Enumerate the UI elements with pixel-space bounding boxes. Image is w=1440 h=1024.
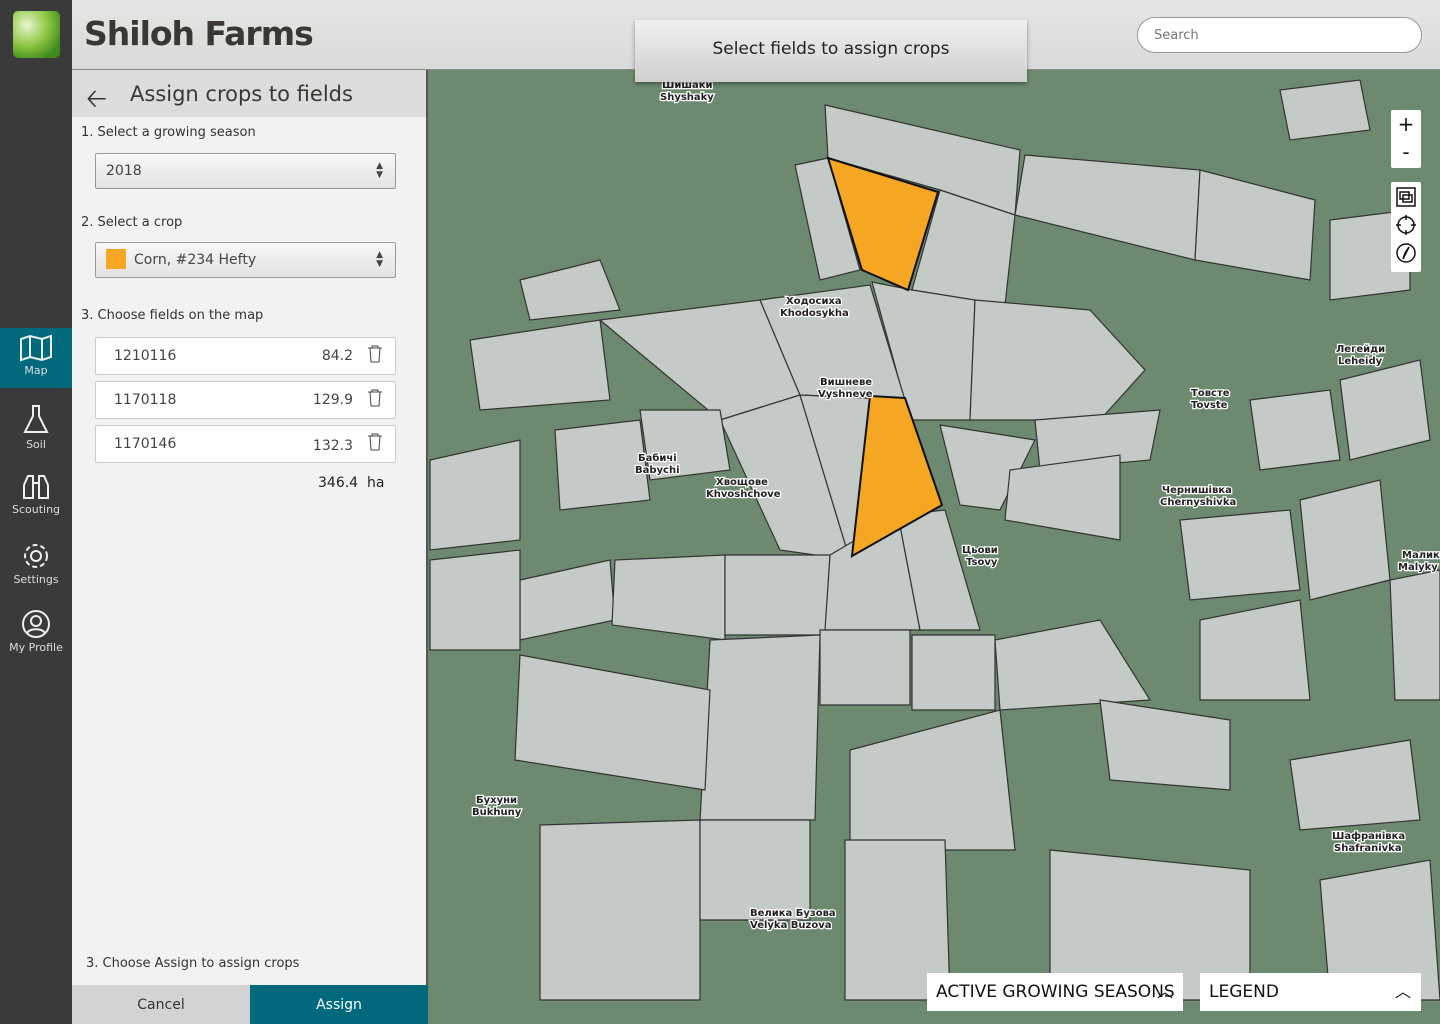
map-icon xyxy=(20,334,52,362)
app-logo[interactable] xyxy=(13,11,60,58)
place-label: Цьови xyxy=(962,545,998,556)
nav-scouting[interactable]: Scouting xyxy=(0,467,72,527)
legend-label: LEGEND xyxy=(1209,982,1279,1002)
place-label: Ходосиха xyxy=(786,296,842,307)
place-label: Велика Бузова xyxy=(750,908,836,919)
field-area: 129.9 xyxy=(312,392,353,408)
total-unit: ha xyxy=(367,475,385,491)
season-select[interactable]: 2018 ▲ ▼ xyxy=(95,153,396,189)
nav-my-profile[interactable]: My Profile xyxy=(0,603,72,663)
place-label: Vyshneve xyxy=(818,389,873,400)
place-label: Легейди xyxy=(1336,344,1385,355)
active-growing-seasons-button[interactable]: ACTIVE GROWING SEASONS ︿ xyxy=(927,973,1183,1011)
place-label: Хвощове xyxy=(716,477,768,488)
nav-map[interactable]: Map xyxy=(0,328,72,388)
assign-button[interactable]: Assign xyxy=(250,985,428,1024)
app-title: Shiloh Farms xyxy=(84,14,314,53)
field-id: 1170146 xyxy=(114,436,177,452)
place-label: Khodosykha xyxy=(780,308,849,319)
flask-icon xyxy=(23,405,49,433)
select-arrows-icon: ▲ ▼ xyxy=(376,161,383,180)
place-label: Chernyshivka xyxy=(1160,497,1236,508)
gear-icon xyxy=(24,544,48,568)
map-canvas[interactable]: Шишаки Shyshaky Ходосиха Khodosykha Вишнев… xyxy=(428,70,1440,1024)
place-label: Бабичі xyxy=(638,452,677,464)
place-label: Bukhuny xyxy=(472,807,522,818)
panel-title: Assign crops to fields xyxy=(130,82,353,106)
nav-settings[interactable]: Settings xyxy=(0,535,72,595)
select-arrows-icon: ▲ ▼ xyxy=(376,250,383,269)
step-assign-label: 3. Choose Assign to assign crops xyxy=(86,956,300,971)
place-label: Шафранівка xyxy=(1332,830,1405,842)
locate-icon[interactable] xyxy=(1395,214,1417,236)
crop-value: Corn, #234 Hefty xyxy=(134,252,257,268)
place-label: Velyka Buzova xyxy=(750,920,832,931)
place-label: Tovste xyxy=(1191,400,1228,411)
place-label: Tsovy xyxy=(966,557,998,568)
place-label: Malyky xyxy=(1398,562,1438,573)
place-label: Чернишівка xyxy=(1162,485,1232,496)
cancel-button[interactable]: Cancel xyxy=(72,985,250,1024)
field-area: 132.3 xyxy=(312,438,353,454)
zoom-in-button[interactable]: + xyxy=(1391,110,1421,138)
legend-button[interactable]: LEGEND ︿ xyxy=(1200,973,1421,1011)
user-icon xyxy=(22,610,50,638)
place-label: Babychi xyxy=(635,465,680,476)
zoom-control: + - xyxy=(1391,110,1421,168)
search-input[interactable] xyxy=(1137,17,1422,53)
panel-header: 🡠 Assign crops to fields xyxy=(72,70,426,117)
place-label: Бухуни xyxy=(476,795,517,806)
nav-label: Scouting xyxy=(11,503,61,516)
nav-label: My Profile xyxy=(9,641,63,654)
zoom-out-button[interactable]: - xyxy=(1391,138,1421,166)
binoculars-icon xyxy=(23,475,49,499)
fit-extent-icon[interactable] xyxy=(1395,186,1417,208)
trash-icon[interactable] xyxy=(367,388,383,408)
crop-select[interactable]: Corn, #234 Hefty ▲ ▼ xyxy=(95,242,396,278)
place-label: Товсте xyxy=(1191,388,1230,399)
trash-icon[interactable] xyxy=(367,432,383,452)
nav-label: Settings xyxy=(13,573,59,586)
back-arrow-icon[interactable]: 🡠 xyxy=(86,80,107,124)
chevron-up-icon: ︿ xyxy=(1156,982,1173,1001)
total-value: 346.4 xyxy=(318,475,359,491)
step-crop-label: 2. Select a crop xyxy=(81,215,183,230)
total-area: 346.4 ha xyxy=(318,475,384,491)
assign-crops-panel: 🡠 Assign crops to fields 1. Select a gro… xyxy=(72,70,428,1024)
place-label: Khvoshchove xyxy=(706,489,781,500)
step-season-label: 1. Select a growing season xyxy=(81,125,256,140)
field-id: 1210116 xyxy=(114,348,177,364)
nav-label: Soil xyxy=(26,438,46,451)
compass-icon[interactable] xyxy=(1395,242,1417,264)
field-row: 1210116 84.2 xyxy=(95,337,396,375)
field-area: 84.2 xyxy=(321,348,353,364)
place-label: Shafranivka xyxy=(1334,843,1402,854)
instruction-banner: Select fields to assign crops xyxy=(635,20,1027,82)
seasons-label: ACTIVE GROWING SEASONS xyxy=(936,982,1175,1002)
place-label: Leheidy xyxy=(1338,356,1383,367)
side-nav: Map Soil Scouting Settings My Profile xyxy=(0,0,72,1024)
map-tools xyxy=(1391,182,1421,272)
field-id: 1170118 xyxy=(114,392,177,408)
chevron-up-icon: ︿ xyxy=(1394,982,1411,1001)
field-row: 1170146 132.3 xyxy=(95,425,396,463)
nav-soil[interactable]: Soil xyxy=(0,398,72,458)
nav-label: Map xyxy=(24,364,48,377)
crop-color-swatch xyxy=(106,249,126,269)
field-row: 1170118 129.9 xyxy=(95,381,396,419)
season-value: 2018 xyxy=(106,163,142,179)
place-label: Вишневе xyxy=(820,377,872,388)
step-fields-label: 3. Choose fields on the map xyxy=(81,308,264,323)
trash-icon[interactable] xyxy=(367,344,383,364)
place-label: Малики xyxy=(1402,550,1440,561)
place-label: Shyshaky xyxy=(660,92,714,103)
